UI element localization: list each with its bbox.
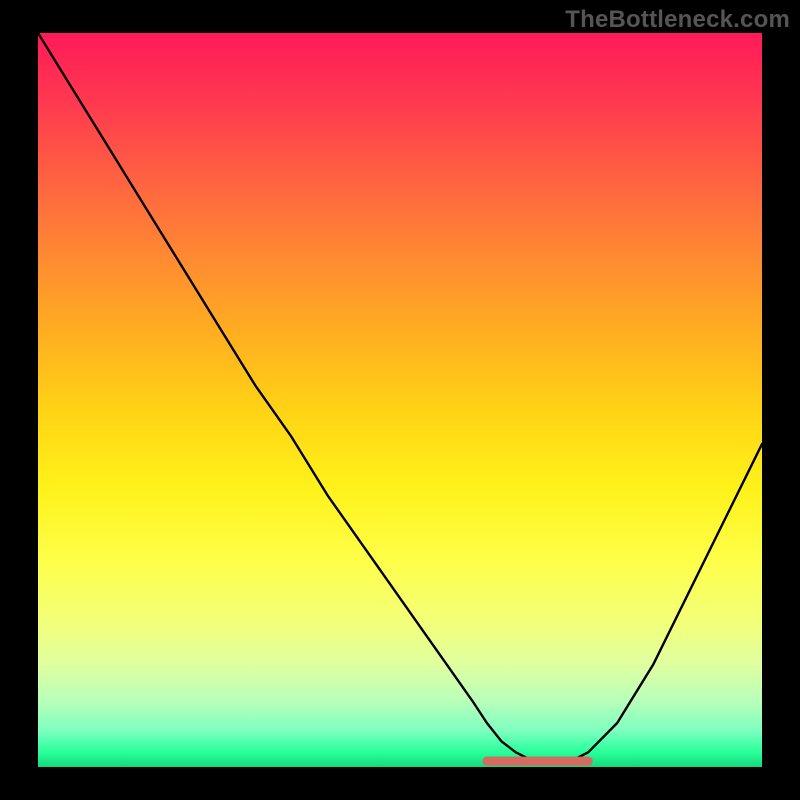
plot-area [38,33,762,767]
bottleneck-curve-path [38,33,762,763]
watermark-text: TheBottleneck.com [565,6,790,34]
chart-svg [38,33,762,767]
chart-frame: TheBottleneck.com [0,0,800,800]
